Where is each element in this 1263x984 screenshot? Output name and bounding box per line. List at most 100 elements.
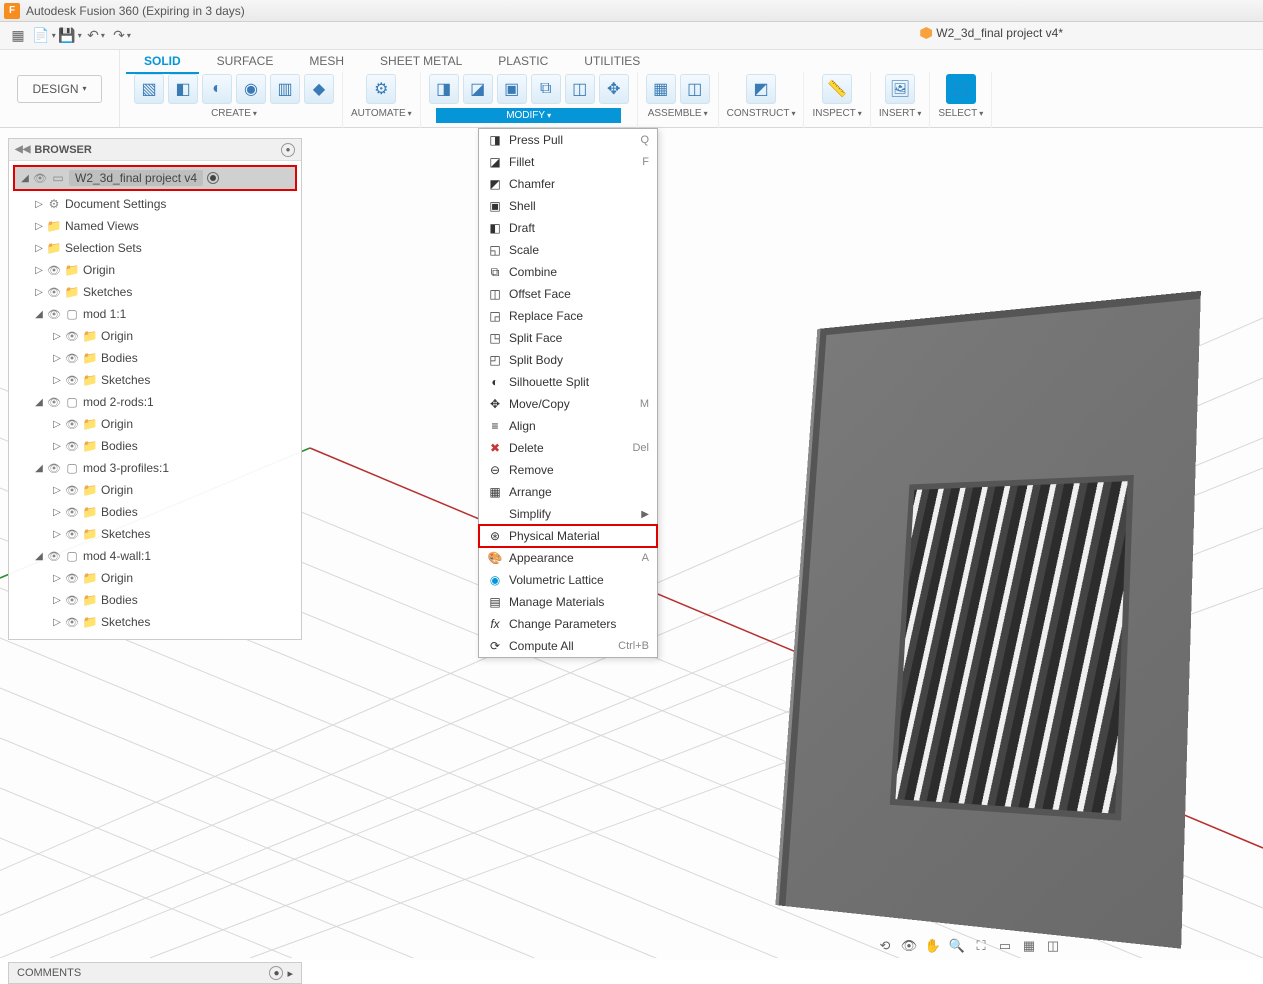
zoom-icon[interactable]: 🔍	[947, 936, 967, 956]
menu-compute-all[interactable]: ⟳Compute AllCtrl+B	[479, 635, 657, 657]
inspect-label[interactable]: INSPECT	[812, 108, 861, 119]
tree-sketches[interactable]: ▷👁📁Sketches	[11, 281, 299, 303]
save-icon[interactable]: 💾	[58, 25, 82, 47]
menu-move-copy[interactable]: ✥Move/CopyM	[479, 393, 657, 415]
grid-apps-icon[interactable]: ▦	[6, 25, 30, 47]
browser-header[interactable]: ◀◀ BROWSER ●	[9, 139, 301, 161]
tree-mod3-bodies[interactable]: ▷👁📁Bodies	[11, 501, 299, 523]
tab-sheet-metal[interactable]: SHEET METAL	[362, 50, 480, 74]
menu-physical-material[interactable]: ⊛Physical Material	[479, 525, 657, 547]
twisty-icon[interactable]: ◢	[19, 173, 31, 184]
pan-icon[interactable]: ✋	[923, 936, 943, 956]
orbit-icon[interactable]: ⟲	[875, 936, 895, 956]
create-label[interactable]: CREATE	[211, 108, 257, 119]
menu-fillet[interactable]: ◪FilletF	[479, 151, 657, 173]
tree-mod1[interactable]: ◢👁▢mod 1:1	[11, 303, 299, 325]
tab-surface[interactable]: SURFACE	[199, 50, 292, 74]
workspace-switcher[interactable]: DESIGN	[0, 50, 120, 127]
tab-mesh[interactable]: MESH	[291, 50, 362, 74]
press-pull-icon[interactable]: ◨	[429, 74, 459, 104]
eye-icon[interactable]: 👁	[31, 172, 49, 185]
menu-simplify[interactable]: Simplify▶	[479, 503, 657, 525]
shell-icon[interactable]: ▣	[497, 74, 527, 104]
joint-icon[interactable]: ◫	[680, 74, 710, 104]
tree-mod3-origin[interactable]: ▷👁📁Origin	[11, 479, 299, 501]
insert-label[interactable]: INSERT	[879, 108, 922, 119]
loft-icon[interactable]: ▥	[270, 74, 300, 104]
select-icon[interactable]: ⬚	[946, 74, 976, 104]
menu-align[interactable]: ≡Align	[479, 415, 657, 437]
tree-mod2-origin[interactable]: ▷👁📁Origin	[11, 413, 299, 435]
menu-scale[interactable]: ◱Scale	[479, 239, 657, 261]
menu-remove[interactable]: ⊖Remove	[479, 459, 657, 481]
assemble-icon[interactable]: ▦	[646, 74, 676, 104]
tree-mod3-sketches[interactable]: ▷👁📁Sketches	[11, 523, 299, 545]
comments-toggle-icon[interactable]: ●	[269, 966, 283, 980]
inspect-icon[interactable]: 📏	[822, 74, 852, 104]
move-icon[interactable]: ✥	[599, 74, 629, 104]
sketch-icon[interactable]: ▧	[134, 74, 164, 104]
tree-mod4-sketches[interactable]: ▷👁📁Sketches	[11, 611, 299, 633]
extrude-icon[interactable]: ◧	[168, 74, 198, 104]
tab-plastic[interactable]: PLASTIC	[480, 50, 566, 74]
undo-icon[interactable]: ↶	[84, 25, 108, 47]
tree-mod4[interactable]: ◢👁▢mod 4-wall:1	[11, 545, 299, 567]
menu-silhouette-split[interactable]: ◐Silhouette Split	[479, 371, 657, 393]
grid-settings-icon[interactable]: ▦	[1019, 936, 1039, 956]
menu-split-face[interactable]: ◳Split Face	[479, 327, 657, 349]
construct-label[interactable]: CONSTRUCT	[727, 108, 796, 119]
fit-icon[interactable]: ⛶	[971, 936, 991, 956]
fillet-icon[interactable]: ◪	[463, 74, 493, 104]
assemble-label[interactable]: ASSEMBLE	[648, 108, 708, 119]
collapse-icon[interactable]: ●	[281, 143, 295, 157]
comments-panel[interactable]: COMMENTS ● ▸	[8, 962, 302, 984]
tab-utilities[interactable]: UTILITIES	[566, 50, 658, 74]
menu-volumetric-lattice[interactable]: ◉Volumetric Lattice	[479, 569, 657, 591]
tree-mod4-bodies[interactable]: ▷👁📁Bodies	[11, 589, 299, 611]
tree-mod2-bodies[interactable]: ▷👁📁Bodies	[11, 435, 299, 457]
file-menu-icon[interactable]: 📄	[32, 25, 56, 47]
redo-icon[interactable]: ↷	[110, 25, 134, 47]
menu-split-body[interactable]: ◰Split Body	[479, 349, 657, 371]
primitive-icon[interactable]: ◆	[304, 74, 334, 104]
tab-solid[interactable]: SOLID	[126, 50, 199, 74]
tree-mod1-bodies[interactable]: ▷👁📁Bodies	[11, 347, 299, 369]
automate-icon[interactable]: ⚙	[366, 74, 396, 104]
tree-mod1-origin[interactable]: ▷👁📁Origin	[11, 325, 299, 347]
menu-arrange[interactable]: ▦Arrange	[479, 481, 657, 503]
automate-label[interactable]: AUTOMATE	[351, 108, 412, 119]
menu-combine[interactable]: ⧉Combine	[479, 261, 657, 283]
tree-named-views[interactable]: ▷📁Named Views	[11, 215, 299, 237]
insert-icon[interactable]: 🖼	[885, 74, 915, 104]
menu-manage-materials[interactable]: ▤Manage Materials	[479, 591, 657, 613]
radio-icon[interactable]	[207, 172, 219, 184]
menu-offset-face[interactable]: ◫Offset Face	[479, 283, 657, 305]
menu-chamfer[interactable]: ◩Chamfer	[479, 173, 657, 195]
modify-label[interactable]: MODIFY	[436, 108, 621, 123]
menu-press-pull[interactable]: ◨Press PullQ	[479, 129, 657, 151]
construct-icon[interactable]: ◩	[746, 74, 776, 104]
split-icon[interactable]: ◫	[565, 74, 595, 104]
comments-expand-icon[interactable]: ▸	[287, 967, 293, 980]
collapse-left-icon[interactable]: ◀◀	[15, 144, 30, 155]
tree-doc-settings[interactable]: ▷⚙Document Settings	[11, 193, 299, 215]
tree-mod2[interactable]: ◢👁▢mod 2-rods:1	[11, 391, 299, 413]
revolve-icon[interactable]: ◐	[202, 74, 232, 104]
menu-draft[interactable]: ◧Draft	[479, 217, 657, 239]
viewport-icon[interactable]: ◫	[1043, 936, 1063, 956]
tree-mod4-origin[interactable]: ▷👁📁Origin	[11, 567, 299, 589]
menu-appearance[interactable]: 🎨AppearanceA	[479, 547, 657, 569]
menu-delete[interactable]: ✖DeleteDel	[479, 437, 657, 459]
tree-mod3[interactable]: ◢👁▢mod 3-profiles:1	[11, 457, 299, 479]
tree-mod1-sketches[interactable]: ▷👁📁Sketches	[11, 369, 299, 391]
menu-change-parameters[interactable]: fxChange Parameters	[479, 613, 657, 635]
look-icon[interactable]: 👁	[899, 936, 919, 956]
select-label[interactable]: SELECT	[938, 108, 983, 119]
display-icon[interactable]: ▭	[995, 936, 1015, 956]
menu-shell[interactable]: ▣Shell	[479, 195, 657, 217]
document-tab[interactable]: W2_3d_final project v4*	[920, 26, 1063, 40]
tree-origin[interactable]: ▷👁📁Origin	[11, 259, 299, 281]
sweep-icon[interactable]: ◉	[236, 74, 266, 104]
tree-root[interactable]: ◢ 👁 ▭ W2_3d_final project v4	[15, 167, 295, 189]
menu-replace-face[interactable]: ◲Replace Face	[479, 305, 657, 327]
